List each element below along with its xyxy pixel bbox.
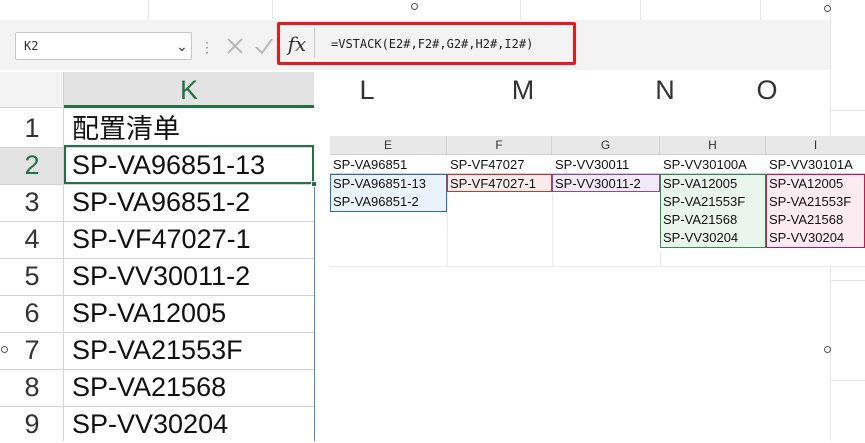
picture-cell-h2: SP-VV30100A <box>663 157 747 172</box>
row-header-2[interactable]: 2 <box>0 147 64 184</box>
picture-cell-g2: SP-VV30011 <box>555 157 630 172</box>
picture-cell-f3: SP-VF47027-1 <box>450 176 536 191</box>
picture-cell-i5: SP-VA21568 <box>769 212 844 227</box>
column-header-o[interactable]: O <box>704 72 830 108</box>
resize-handle[interactable] <box>824 5 831 12</box>
picture-cell-h4: SP-VA21553F <box>663 194 746 209</box>
column-header-l[interactable]: L <box>314 72 420 108</box>
cell-k9[interactable]: SP-VV30204 <box>72 406 228 441</box>
fill-handle[interactable] <box>311 181 317 187</box>
picture-cell-e3: SP-VA96851-13 <box>333 176 426 191</box>
cell-k1[interactable]: 配置清单 <box>72 110 180 147</box>
cell-k7[interactable]: SP-VA21553F <box>72 332 243 369</box>
name-box[interactable]: K2 <box>15 32 192 60</box>
chevron-down-icon[interactable]: ⌄ <box>172 32 192 60</box>
select-all-corner[interactable] <box>0 72 64 108</box>
picture-col-header-f: F <box>447 136 552 154</box>
picture-grid-line <box>660 250 661 266</box>
row-header-9[interactable]: 9 <box>0 406 64 441</box>
picture-grid-line <box>330 266 865 267</box>
row-header-3[interactable]: 3 <box>0 184 64 221</box>
cell-k6[interactable]: SP-VA12005 <box>72 295 226 332</box>
resize-handle[interactable] <box>1 346 8 353</box>
cell-k4[interactable]: SP-VF47027-1 <box>72 221 251 258</box>
picture-cell-f2: SP-VF47027 <box>450 157 525 172</box>
row-header-4[interactable]: 4 <box>0 221 64 258</box>
picture-col-header-h: H <box>660 136 766 154</box>
picture-col-header-g: G <box>552 136 660 154</box>
picture-cell-e2: SP-VA96851 <box>333 157 408 172</box>
picture-grid-line <box>330 154 865 155</box>
picture-cell-e4: SP-VA96851-2 <box>333 194 419 209</box>
picture-col-header-e: E <box>330 136 447 154</box>
row-header-5[interactable]: 5 <box>0 258 64 295</box>
resize-handle[interactable] <box>824 346 831 353</box>
picture-cell-i3: SP-VA12005 <box>769 176 844 191</box>
picture-cell-h6: SP-VV30204 <box>663 230 739 245</box>
picture-cell-g3: SP-VV30011-2 <box>555 176 641 191</box>
spill-range-border <box>314 184 315 441</box>
cell-k8[interactable]: SP-VA21568 <box>72 369 226 406</box>
column-header-k[interactable]: K <box>64 72 314 108</box>
picture-cell-i6: SP-VV30204 <box>769 230 845 245</box>
cell-k3[interactable]: SP-VA96851-2 <box>72 184 250 221</box>
active-cell-border <box>64 145 314 184</box>
picture-cell-h3: SP-VA12005 <box>663 176 738 191</box>
column-header-n[interactable]: N <box>626 72 704 108</box>
row-header-1[interactable]: 1 <box>0 110 64 147</box>
more-options-icon[interactable]: ⋮ <box>200 38 214 56</box>
row-header-8[interactable]: 8 <box>0 369 64 406</box>
formula-highlight-box <box>277 22 576 65</box>
row-header-7[interactable]: 7 <box>0 332 64 369</box>
picture-cell-i4: SP-VA21553F <box>769 194 852 209</box>
resize-handle[interactable] <box>411 3 418 10</box>
cell-k5[interactable]: SP-VV30011-2 <box>72 258 250 295</box>
picture-grid-line <box>552 193 553 266</box>
checkmark-icon[interactable] <box>252 34 276 58</box>
cancel-icon[interactable] <box>223 34 247 58</box>
picture-cell-i2: SP-VV30101A <box>769 157 853 172</box>
column-header-m[interactable]: M <box>420 72 626 108</box>
picture-grid-line <box>447 193 448 266</box>
row-header-6[interactable]: 6 <box>0 295 64 332</box>
picture-cell-h5: SP-VA21568 <box>663 212 738 227</box>
picture-col-header-i: I <box>766 136 865 154</box>
